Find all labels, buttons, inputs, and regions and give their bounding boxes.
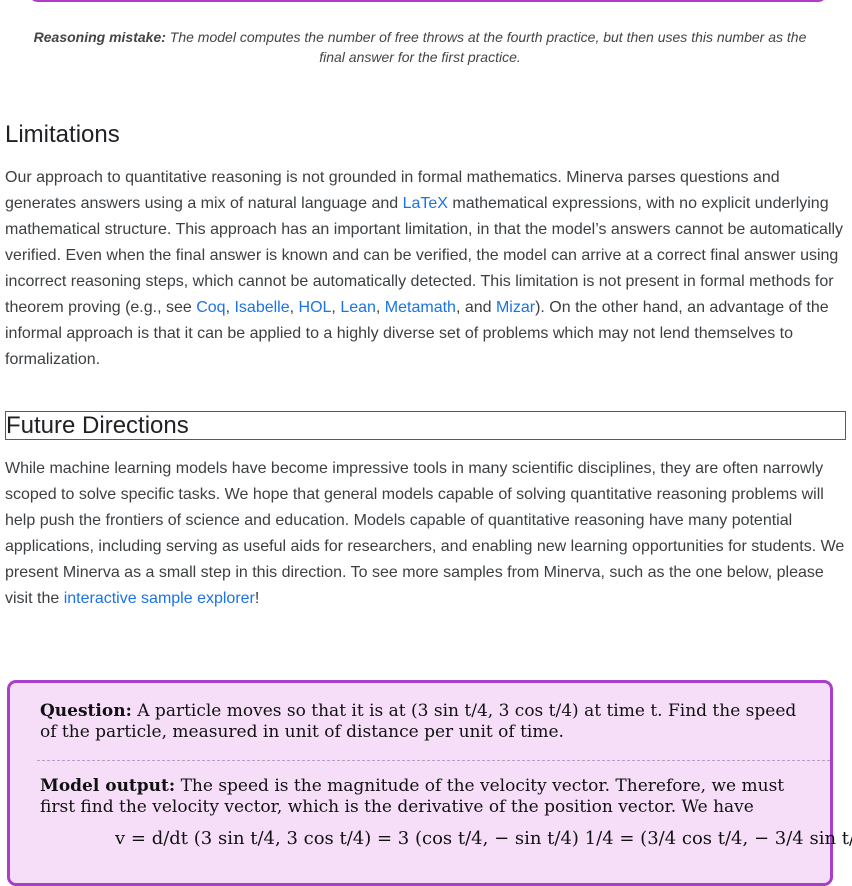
caption-lead: Reasoning mistake: xyxy=(33,29,166,45)
model-output-block: Model output: The speed is the magnitude… xyxy=(40,776,805,818)
limitations-text-2: mathematical expressions, with no explic… xyxy=(5,195,844,316)
limitations-heading: Limitations xyxy=(5,121,120,148)
limitations-paragraph: Our approach to quantitative reasoning i… xyxy=(5,165,847,373)
future-paragraph: While machine learning models have becom… xyxy=(5,456,847,612)
lean-link[interactable]: Lean xyxy=(340,299,376,316)
mizar-link[interactable]: Mizar xyxy=(496,299,535,316)
previous-figure-border xyxy=(28,0,828,2)
separator: , xyxy=(289,299,299,316)
future-text-2: ! xyxy=(254,590,260,607)
coq-link[interactable]: Coq xyxy=(196,299,225,316)
figure-caption: Reasoning mistake: The model computes th… xyxy=(30,27,810,67)
separator: , xyxy=(375,299,385,316)
isabelle-link[interactable]: Isabelle xyxy=(234,299,289,316)
latex-link[interactable]: LaTeX xyxy=(403,195,448,212)
dashed-divider xyxy=(37,760,830,761)
model-output-label: Model output: xyxy=(40,776,176,796)
caption-text: The model computes the number of free th… xyxy=(169,29,807,65)
question-label: Question: xyxy=(40,701,132,721)
future-directions-heading: Future Directions xyxy=(5,411,846,440)
separator: , xyxy=(331,299,341,316)
future-text-1: While machine learning models have becom… xyxy=(5,460,845,607)
question-text: A particle moves so that it is at (3 sin… xyxy=(40,701,797,742)
sample-figure: Question: A particle moves so that it is… xyxy=(7,680,852,886)
velocity-equation: v = d/dt (3 sin t/4, 3 cos t/4) = 3 (cos… xyxy=(115,828,852,849)
metamath-link[interactable]: Metamath xyxy=(385,299,456,316)
question-block: Question: A particle moves so that it is… xyxy=(40,701,805,743)
separator: , and xyxy=(455,299,496,316)
hol-link[interactable]: HOL xyxy=(299,299,332,316)
sample-explorer-link[interactable]: interactive sample explorer xyxy=(64,590,255,607)
